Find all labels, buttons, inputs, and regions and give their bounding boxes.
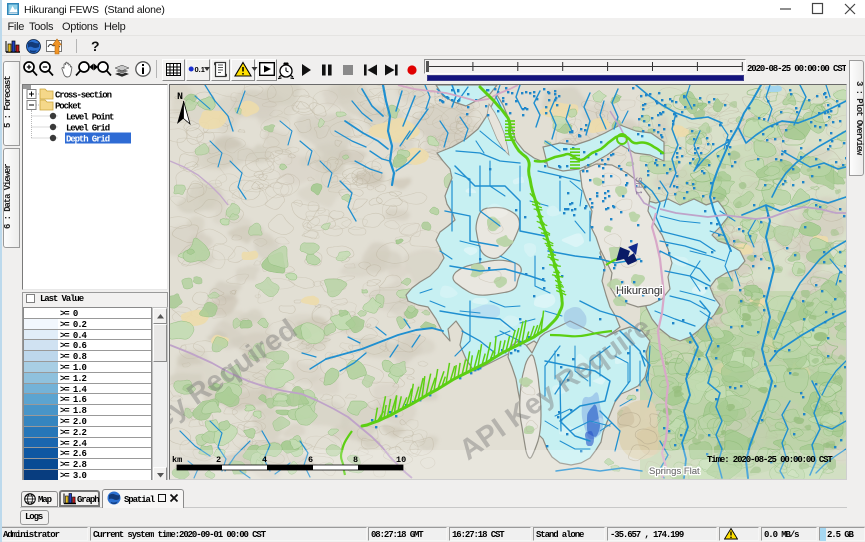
svg-text:Level Point: Level Point [66,113,114,123]
svg-text:Level Grid: Level Grid [66,124,110,134]
svg-text:Hikurangi: Hikurangi [616,285,662,297]
svg-text:N: N [177,92,183,103]
svg-text:6: 6 [308,455,313,465]
svg-text:Time: 2020-08-25 00:00:00 CST: Time: 2020-08-25 00:00:00 CST [707,455,833,465]
svg-text:SH 1: SH 1 [634,177,643,195]
svg-text:Depth Grid: Depth Grid [66,135,110,145]
svg-text:Cross-section: Cross-section [55,91,112,101]
svg-text:2: 2 [216,455,221,465]
svg-text:4: 4 [262,455,267,465]
svg-text:km: km [172,455,182,465]
svg-text:Springs Flat: Springs Flat [649,466,700,477]
svg-text:10: 10 [396,455,406,465]
svg-text:Pocket: Pocket [55,102,82,112]
svg-text:8: 8 [353,455,358,465]
